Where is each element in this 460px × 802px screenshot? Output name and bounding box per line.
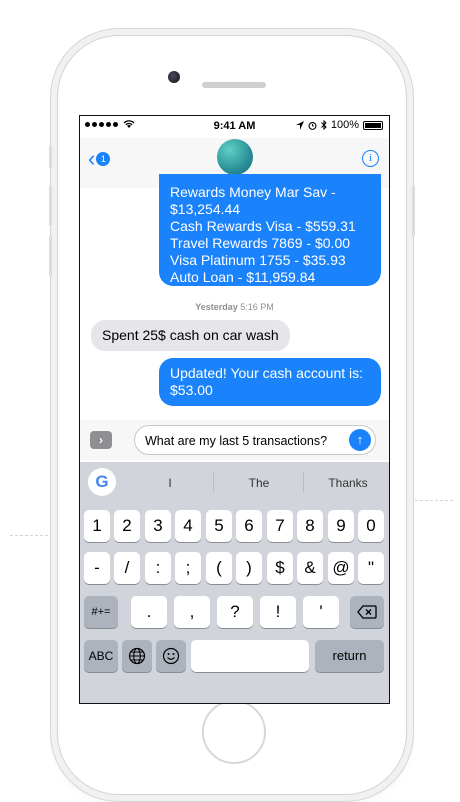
suggestion-item[interactable]: Thanks	[318, 476, 378, 490]
message-thread[interactable]: Rewards Money Mar Sav - $13,254.44 Cash …	[80, 174, 389, 418]
back-button[interactable]: ‹ 1	[88, 146, 111, 171]
key[interactable]: ;	[175, 552, 201, 584]
info-icon[interactable]: i	[362, 150, 379, 167]
suggestion-item[interactable]: The	[230, 476, 288, 490]
key[interactable]: "	[358, 552, 384, 584]
delete-icon	[357, 605, 377, 619]
key[interactable]: 7	[267, 510, 293, 542]
decorative-dashed-line-left	[10, 535, 58, 537]
mute-switch	[49, 146, 52, 168]
emoji-icon	[162, 647, 180, 665]
chevron-right-icon[interactable]: ›	[90, 431, 112, 449]
timestamp-time: 5:16 PM	[240, 302, 274, 312]
return-key[interactable]: return	[315, 640, 384, 672]
message-bubble-outgoing-accounts: Rewards Money Mar Sav - $13,254.44 Cash …	[159, 174, 381, 286]
key[interactable]: (	[206, 552, 232, 584]
key[interactable]: ?	[217, 596, 253, 628]
key[interactable]: :	[145, 552, 171, 584]
decorative-dashed-line-right	[405, 500, 453, 502]
bluetooth-icon	[321, 120, 327, 130]
status-bar: 9:41 AM 100%	[80, 116, 389, 138]
phone-screen: 9:41 AM 100% ‹ 1 Konviv i Rewards Money …	[79, 115, 390, 704]
reply-line: $53.00	[170, 382, 213, 398]
chevron-left-icon: ‹	[88, 146, 96, 171]
account-line: Cash Rewards Visa - $559.31	[170, 218, 356, 234]
volume-down-button	[49, 236, 52, 276]
power-button	[412, 186, 415, 236]
key[interactable]: 6	[236, 510, 262, 542]
suggestion-item[interactable]: I	[150, 476, 190, 490]
key[interactable]: /	[114, 552, 140, 584]
alarm-icon	[308, 121, 317, 130]
message-bubble-outgoing-reply: Updated! Your cash account is: $53.00	[159, 358, 381, 406]
emoji-key[interactable]	[156, 640, 186, 672]
key[interactable]: -	[84, 552, 110, 584]
key[interactable]: 5	[206, 510, 232, 542]
key[interactable]: $	[267, 552, 293, 584]
incoming-message-text: Spent 25$ cash on car wash	[102, 327, 279, 343]
compose-bar: › What are my last 5 transactions? ↑	[80, 420, 389, 460]
abc-key[interactable]: ABC	[84, 640, 118, 672]
key[interactable]: 4	[175, 510, 201, 542]
space-key[interactable]	[191, 640, 309, 672]
key[interactable]: 3	[145, 510, 171, 542]
arrow-up-icon: ↑	[356, 432, 364, 447]
key[interactable]: @	[328, 552, 354, 584]
key[interactable]: 0	[358, 510, 384, 542]
key[interactable]: )	[236, 552, 262, 584]
earpiece-speaker	[202, 82, 266, 88]
account-line: Auto Loan - $11,959.84	[170, 269, 316, 285]
delete-key[interactable]	[350, 596, 384, 628]
message-input[interactable]: What are my last 5 transactions? ↑	[134, 425, 376, 455]
home-button[interactable]	[202, 700, 266, 764]
suggestion-bar: G I The Thanks	[80, 462, 389, 504]
suggestion-divider	[303, 472, 304, 492]
key[interactable]: 9	[328, 510, 354, 542]
message-input-text: What are my last 5 transactions?	[145, 434, 328, 448]
key[interactable]: &	[297, 552, 323, 584]
key[interactable]: 2	[114, 510, 140, 542]
globe-icon	[128, 647, 146, 665]
keyboard: G I The Thanks 1 2 3 4 5 6 7 8 9 0 - / :…	[80, 462, 389, 703]
key[interactable]: .	[131, 596, 167, 628]
location-icon	[295, 120, 304, 130]
suggestion-divider	[213, 472, 214, 492]
key[interactable]: ,	[174, 596, 210, 628]
send-button[interactable]: ↑	[349, 429, 371, 451]
battery-icon	[363, 120, 383, 130]
message-timestamp: Yesterday 5:16 PM	[80, 302, 389, 312]
globe-key[interactable]	[122, 640, 152, 672]
timestamp-day: Yesterday	[195, 302, 238, 312]
account-line: Rewards Money Mar Sav -	[170, 184, 336, 200]
front-camera	[168, 71, 180, 83]
key[interactable]: 1	[84, 510, 110, 542]
message-bubble-incoming: Spent 25$ cash on car wash	[91, 320, 290, 351]
battery-percent: 100%	[330, 119, 359, 131]
contact-avatar[interactable]	[217, 139, 253, 175]
more-symbols-key[interactable]: #+=	[84, 596, 118, 628]
account-line: Visa Platinum 1755 - $35.93	[170, 252, 346, 268]
key[interactable]: 8	[297, 510, 323, 542]
reply-line: Updated! Your cash account is:	[170, 365, 364, 381]
google-g-icon[interactable]: G	[88, 468, 116, 496]
unread-count-badge: 1	[96, 152, 111, 166]
account-line: Travel Rewards 7869 - $0.00	[170, 235, 351, 251]
key[interactable]: '	[303, 596, 339, 628]
key[interactable]: !	[260, 596, 296, 628]
account-line: $13,254.44	[170, 201, 241, 217]
volume-up-button	[49, 186, 52, 226]
status-right: 100%	[295, 119, 383, 131]
